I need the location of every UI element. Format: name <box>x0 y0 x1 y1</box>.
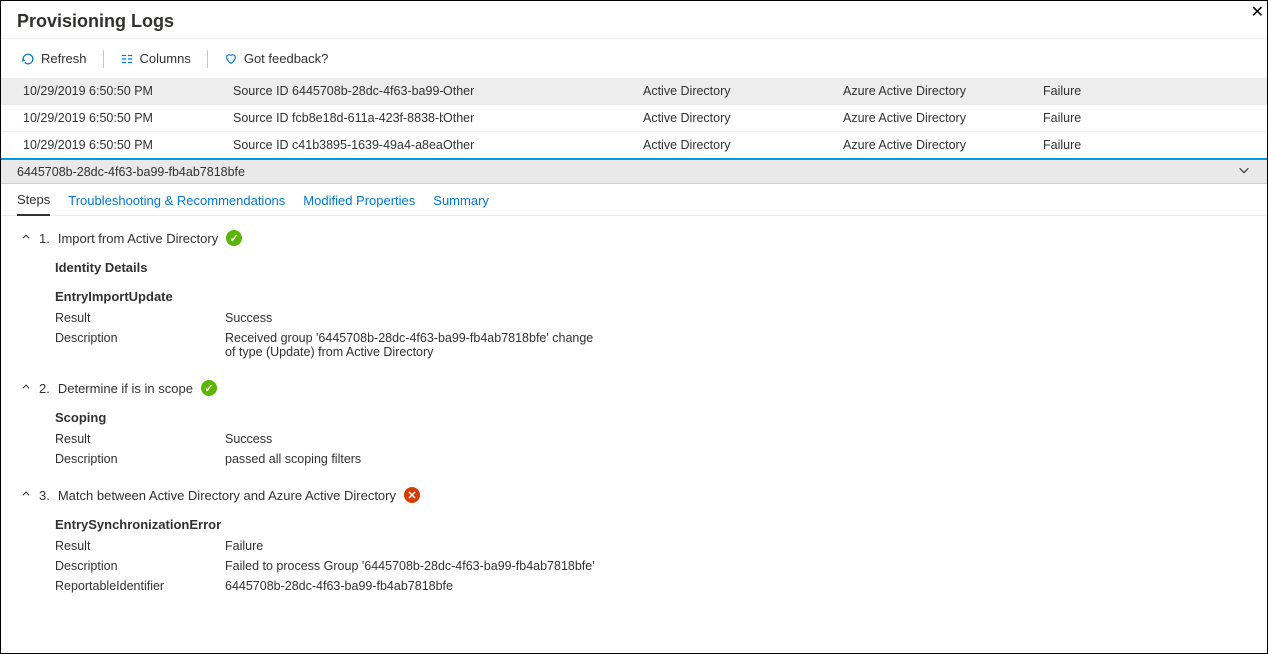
cell-tgt-sys: Azure Active Directory <box>843 84 1043 98</box>
cell-tgt-sys: Azure Active Directory <box>843 111 1043 125</box>
log-table: 10/29/2019 6:50:50 PM Source ID 6445708b… <box>1 78 1267 159</box>
kv-val: passed all scoping filters <box>225 452 605 466</box>
divider <box>207 50 208 68</box>
step-title: Match between Active Directory and Azure… <box>58 488 396 503</box>
step-item: 2. Determine if is in scope ✓ Scoping Re… <box>21 380 1247 469</box>
kv-val: Failure <box>225 539 605 553</box>
table-row[interactable]: 10/29/2019 6:50:50 PM Source ID 6445708b… <box>1 78 1267 105</box>
close-icon[interactable]: ✕ <box>1251 2 1264 22</box>
toolbar: Refresh Columns Got feedback? <box>1 39 1267 78</box>
step-subhead: Identity Details <box>55 260 1247 275</box>
cell-src-sys: Active Directory <box>643 111 843 125</box>
step-subhead: EntrySynchronizationError <box>55 517 1247 532</box>
chevron-down-icon <box>1237 163 1251 180</box>
cell-action: Other <box>443 84 643 98</box>
cell-source: Source ID c41b3895-1639-49a4-a8ea-466 <box>233 138 443 152</box>
success-icon: ✓ <box>226 230 242 246</box>
tab-summary[interactable]: Summary <box>433 193 489 215</box>
kv-key: Description <box>55 452 225 466</box>
feedback-label: Got feedback? <box>244 51 329 66</box>
step-number: 1. <box>39 231 50 246</box>
cell-status: Failure <box>1043 111 1183 125</box>
cell-src-sys: Active Directory <box>643 84 843 98</box>
heart-icon <box>224 52 238 66</box>
kv-val: Failed to process Group '6445708b-28dc-4… <box>225 559 605 573</box>
columns-button[interactable]: Columns <box>110 47 201 70</box>
tab-modified-properties[interactable]: Modified Properties <box>303 193 415 215</box>
page-header: Provisioning Logs <box>1 1 1267 39</box>
tab-troubleshooting[interactable]: Troubleshooting & Recommendations <box>68 193 285 215</box>
kv-key: ReportableIdentifier <box>55 579 225 593</box>
feedback-button[interactable]: Got feedback? <box>214 47 339 70</box>
step-header[interactable]: 2. Determine if is in scope ✓ <box>21 380 1247 396</box>
cell-action: Other <box>443 138 643 152</box>
kv-row: Description Received group '6445708b-28d… <box>55 328 1247 362</box>
kv-row: Description Failed to process Group '644… <box>55 556 1247 576</box>
step-body: Identity Details EntryImportUpdate Resul… <box>55 260 1247 362</box>
step-body: EntrySynchronizationError Result Failure… <box>55 517 1247 596</box>
kv-key: Description <box>55 331 225 359</box>
cell-tgt-sys: Azure Active Directory <box>843 138 1043 152</box>
step-number: 2. <box>39 381 50 396</box>
columns-label: Columns <box>140 51 191 66</box>
step-body: Scoping Result Success Description passe… <box>55 410 1247 469</box>
kv-row: ReportableIdentifier 6445708b-28dc-4f63-… <box>55 576 1247 596</box>
kv-row: Description passed all scoping filters <box>55 449 1247 469</box>
step-header[interactable]: 3. Match between Active Directory and Az… <box>21 487 1247 503</box>
tabs: Steps Troubleshooting & Recommendations … <box>1 184 1267 216</box>
step-item: 1. Import from Active Directory ✓ Identi… <box>21 230 1247 362</box>
detail-content: 1. Import from Active Directory ✓ Identi… <box>1 216 1267 646</box>
kv-val: 6445708b-28dc-4f63-ba99-fb4ab7818bfe <box>225 579 605 593</box>
columns-icon <box>120 52 134 66</box>
step-subhead: Scoping <box>55 410 1247 425</box>
cell-source: Source ID 6445708b-28dc-4f63-ba99-fb4 <box>233 84 443 98</box>
cell-status: Failure <box>1043 138 1183 152</box>
step-title: Determine if is in scope <box>58 381 193 396</box>
kv-row: Result Success <box>55 429 1247 449</box>
refresh-label: Refresh <box>41 51 87 66</box>
chevron-up-icon <box>21 489 31 502</box>
cell-src-sys: Active Directory <box>643 138 843 152</box>
error-icon: ✕ <box>404 487 420 503</box>
chevron-up-icon <box>21 232 31 245</box>
cell-status: Failure <box>1043 84 1183 98</box>
kv-row: Result Failure <box>55 536 1247 556</box>
success-icon: ✓ <box>201 380 217 396</box>
chevron-up-icon <box>21 382 31 395</box>
kv-row: Result Success <box>55 308 1247 328</box>
refresh-button[interactable]: Refresh <box>11 47 97 70</box>
page-title: Provisioning Logs <box>17 11 174 32</box>
tab-steps[interactable]: Steps <box>17 192 50 216</box>
kv-key: Result <box>55 539 225 553</box>
step-subhead: EntryImportUpdate <box>55 289 1247 304</box>
table-row[interactable]: 10/29/2019 6:50:50 PM Source ID fcb8e18d… <box>1 105 1267 132</box>
divider <box>103 50 104 68</box>
cell-date: 10/29/2019 6:50:50 PM <box>23 138 233 152</box>
step-title: Import from Active Directory <box>58 231 218 246</box>
cell-date: 10/29/2019 6:50:50 PM <box>23 84 233 98</box>
cell-date: 10/29/2019 6:50:50 PM <box>23 111 233 125</box>
cell-source: Source ID fcb8e18d-611a-423f-8838-b9d <box>233 111 443 125</box>
kv-key: Result <box>55 432 225 446</box>
cell-action: Other <box>443 111 643 125</box>
kv-key: Result <box>55 311 225 325</box>
detail-id: 6445708b-28dc-4f63-ba99-fb4ab7818bfe <box>17 165 245 179</box>
step-item: 3. Match between Active Directory and Az… <box>21 487 1247 596</box>
step-number: 3. <box>39 488 50 503</box>
table-row[interactable]: 10/29/2019 6:50:50 PM Source ID c41b3895… <box>1 132 1267 159</box>
kv-val: Success <box>225 311 605 325</box>
kv-val: Success <box>225 432 605 446</box>
kv-key: Description <box>55 559 225 573</box>
detail-header[interactable]: 6445708b-28dc-4f63-ba99-fb4ab7818bfe <box>1 160 1267 184</box>
step-header[interactable]: 1. Import from Active Directory ✓ <box>21 230 1247 246</box>
kv-val: Received group '6445708b-28dc-4f63-ba99-… <box>225 331 605 359</box>
refresh-icon <box>21 52 35 66</box>
